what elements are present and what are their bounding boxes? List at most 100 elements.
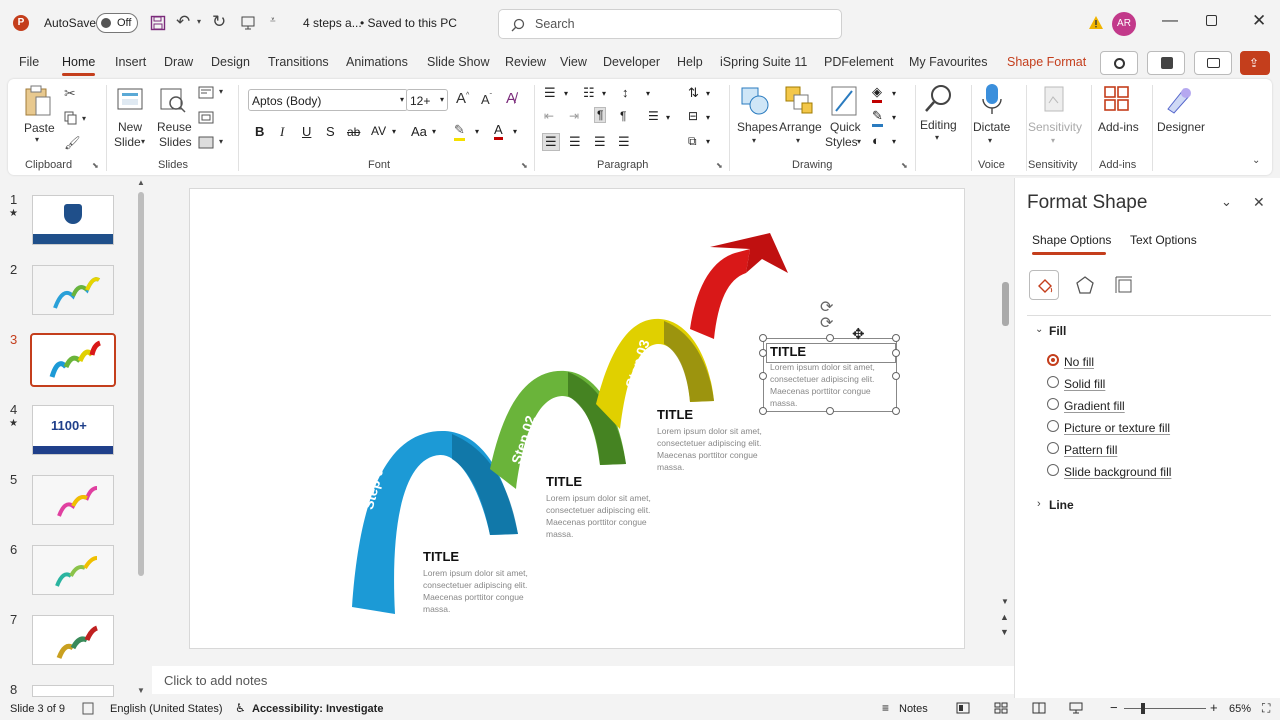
resize-handle[interactable]	[892, 407, 900, 415]
selected-text-block[interactable]: TITLE Lorem ipsum dolor sit amet, consect…	[759, 299, 900, 415]
font-name-select[interactable]: Aptos (Body) ▾	[248, 89, 408, 111]
columns-dropdown-icon[interactable]: ▾	[666, 113, 670, 122]
copy-dropdown-icon[interactable]: ▾	[82, 114, 86, 123]
tab-home[interactable]: Home	[62, 55, 96, 76]
resize-handle[interactable]	[892, 372, 900, 380]
resize-handle[interactable]	[826, 334, 834, 342]
shape-fill-dropdown-icon[interactable]: ▾	[892, 89, 896, 98]
tab-design[interactable]: Design	[211, 55, 250, 69]
tab-insert[interactable]: Insert	[115, 55, 146, 69]
slide-background-fill-label[interactable]: Slide background fill	[1064, 465, 1171, 479]
tab-animations[interactable]: Animations	[346, 55, 408, 69]
panel-close-icon[interactable]: ✕	[1253, 194, 1265, 211]
dictate-label[interactable]: Dictate	[973, 120, 1010, 134]
editing-icon[interactable]	[924, 83, 954, 115]
scroll-down-arrow-icon[interactable]: ▼	[1001, 597, 1009, 606]
paste-icon[interactable]	[24, 85, 52, 117]
font-color-icon[interactable]: A	[494, 122, 503, 140]
shape-fill-icon[interactable]: ◈	[872, 84, 882, 103]
decrease-font-icon[interactable]: Aˇ	[481, 92, 492, 107]
columns-icon[interactable]: ☰	[648, 109, 659, 123]
resize-handle[interactable]	[759, 349, 767, 357]
slide-thumbnail-6[interactable]	[32, 545, 114, 595]
next-slide-icon[interactable]: ▼	[1000, 627, 1009, 637]
teams-button[interactable]	[1147, 51, 1185, 75]
text-block-2[interactable]: TITLE Lorem ipsum dolor sit amet, consect…	[546, 474, 686, 544]
cut-icon[interactable]: ✂	[64, 85, 76, 102]
addins-icon[interactable]	[1103, 85, 1131, 113]
tab-draw[interactable]: Draw	[164, 55, 193, 69]
line-spacing-dropdown-icon[interactable]: ▾	[646, 89, 650, 98]
user-avatar[interactable]: AR	[1112, 12, 1136, 36]
bullets-icon[interactable]: ☰	[544, 85, 556, 101]
highlight-icon[interactable]: ✎	[454, 122, 465, 141]
gradient-fill-label[interactable]: Gradient fill	[1064, 399, 1125, 413]
slide-scrollbar[interactable]	[1002, 282, 1009, 326]
character-spacing-dropdown-icon[interactable]: ▾	[392, 127, 396, 136]
maximize-icon[interactable]	[1206, 15, 1217, 26]
slide-thumbnail-4[interactable]: 1100+	[32, 405, 114, 455]
font-launcher-icon[interactable]: ⬊	[521, 161, 528, 170]
resize-handle[interactable]	[892, 334, 900, 342]
slide-thumbnail-2[interactable]	[32, 265, 114, 315]
resize-handle[interactable]	[759, 407, 767, 415]
shapes-icon[interactable]	[739, 85, 771, 117]
arrange-dropdown-icon[interactable]: ▾	[796, 136, 800, 145]
slideshow-view-icon[interactable]	[1069, 702, 1083, 714]
fill-collapse-icon[interactable]: ⌄	[1035, 324, 1043, 335]
undo-dropdown-icon[interactable]: ▾	[197, 17, 201, 26]
character-spacing-icon[interactable]: AV	[371, 124, 386, 138]
slide-canvas[interactable]: Step 01 Step 02 Step 03 Step 04 TITLE Lo…	[189, 188, 965, 649]
pattern-fill-label[interactable]: Pattern fill	[1064, 443, 1117, 457]
designer-label[interactable]: Designer	[1157, 120, 1205, 134]
layout-icon[interactable]	[198, 86, 214, 99]
section-dropdown-icon[interactable]: ▾	[219, 137, 223, 146]
justify-icon[interactable]: ☰	[618, 134, 630, 150]
tab-file[interactable]: File	[19, 55, 39, 69]
thumbnail-scrollbar[interactable]	[138, 192, 144, 576]
normal-view-icon[interactable]	[956, 702, 970, 714]
pattern-fill-radio[interactable]	[1047, 442, 1059, 454]
close-window-icon[interactable]: ✕	[1252, 11, 1266, 31]
ltr-icon[interactable]: ¶	[594, 107, 607, 123]
increase-indent-icon[interactable]: ⇥	[569, 109, 579, 123]
notes-page-icon[interactable]	[82, 702, 94, 715]
slide-thumbnail-5[interactable]	[32, 475, 114, 525]
align-center-icon[interactable]: ☰	[569, 134, 581, 150]
save-icon[interactable]	[150, 15, 166, 31]
bullets-dropdown-icon[interactable]: ▾	[564, 89, 568, 98]
increase-font-icon[interactable]: A^	[456, 90, 469, 107]
clear-formatting-icon[interactable]: A̸	[506, 90, 516, 107]
picture-fill-label[interactable]: Picture or texture fill	[1064, 421, 1170, 435]
collapse-ribbon-icon[interactable]: ⌄	[1252, 155, 1260, 166]
language[interactable]: English (United States)	[110, 703, 223, 715]
redo-icon[interactable]: ↻	[212, 12, 226, 32]
tab-developer[interactable]: Developer	[603, 55, 660, 69]
scroll-down-icon[interactable]: ▼	[137, 686, 145, 695]
share-button[interactable]: ⇪	[1240, 51, 1270, 75]
record-button[interactable]	[1100, 51, 1138, 75]
decrease-indent-icon[interactable]: ⇤	[544, 109, 554, 123]
present-icon[interactable]	[240, 15, 256, 31]
change-case-dropdown-icon[interactable]: ▾	[432, 127, 436, 136]
slide-thumbnail-7[interactable]	[32, 615, 114, 665]
text-block-1[interactable]: TITLE Lorem ipsum dolor sit amet, consect…	[423, 549, 563, 619]
italic-icon[interactable]: I	[280, 124, 284, 140]
effects-pentagon-icon[interactable]	[1075, 275, 1095, 295]
no-fill-radio[interactable]	[1047, 354, 1059, 366]
font-size-select[interactable]: 12+ ▾	[406, 89, 448, 111]
clipboard-launcher-icon[interactable]: ⬊	[92, 161, 99, 170]
shapes-label[interactable]: Shapes	[737, 120, 778, 134]
tab-pdfelement[interactable]: PDFelement	[824, 55, 893, 69]
tab-my-favourites[interactable]: My Favourites	[909, 55, 988, 69]
notes-pane[interactable]: Click to add notes	[152, 666, 1014, 694]
tab-shape-format[interactable]: Shape Format	[1007, 55, 1086, 69]
text-direction-icon[interactable]: ⇅	[688, 85, 699, 101]
document-title[interactable]: 4 steps a...	[303, 16, 362, 30]
comments-button[interactable]	[1194, 51, 1232, 75]
solid-fill-label[interactable]: Solid fill	[1064, 377, 1105, 391]
sensitivity-label[interactable]: Sensitivity	[1028, 120, 1082, 134]
smartart-icon[interactable]: ⧉	[688, 134, 697, 149]
resize-handle[interactable]	[892, 349, 900, 357]
notes-toggle[interactable]: Notes	[899, 703, 928, 715]
